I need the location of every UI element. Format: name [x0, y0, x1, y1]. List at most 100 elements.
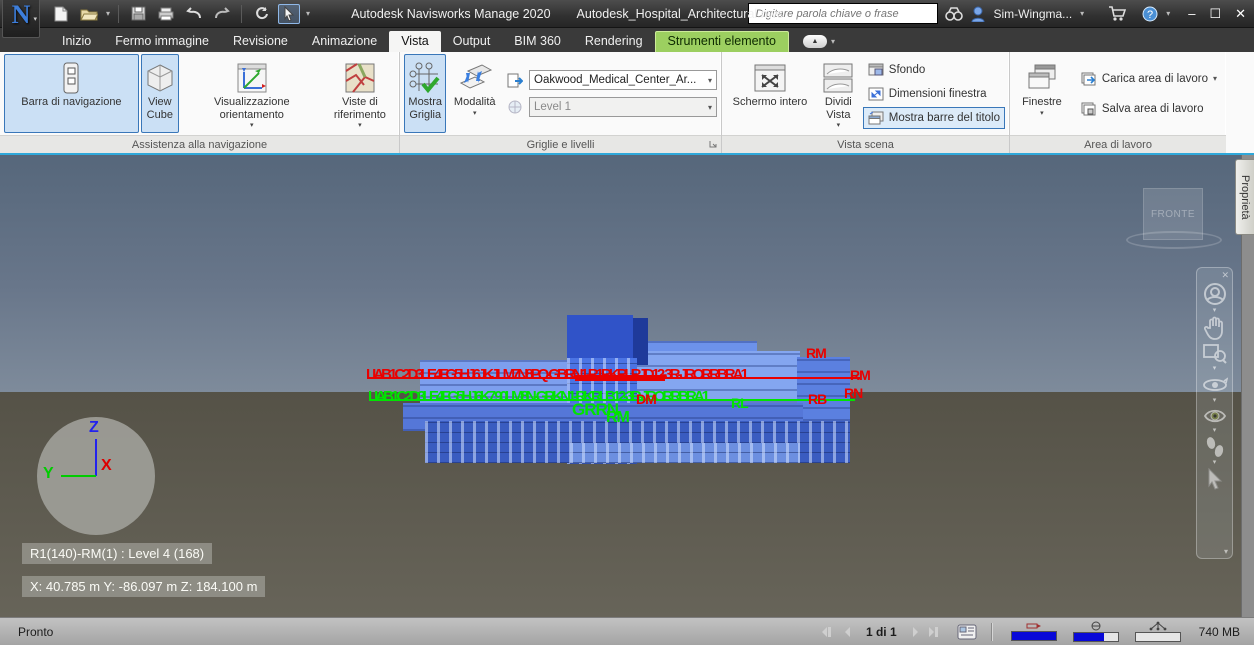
- panel-launcher-icon[interactable]: [708, 139, 718, 149]
- pan-hand-icon: [1203, 316, 1223, 340]
- view-cube-button[interactable]: View Cube: [140, 54, 179, 133]
- open-file-button[interactable]: [78, 4, 100, 24]
- next-sheet-icon[interactable]: [911, 626, 921, 638]
- navbar-customize-icon[interactable]: ▾: [1224, 547, 1228, 556]
- salva-area-di-lavoro-button[interactable]: Salva area di lavoro: [1076, 98, 1222, 120]
- cart-icon[interactable]: [1108, 6, 1127, 21]
- navbar-close-icon[interactable]: ✕: [1221, 270, 1229, 281]
- navbar-select-tool[interactable]: [1202, 468, 1228, 490]
- walk-tool[interactable]: [1202, 436, 1228, 458]
- scene-view[interactable]: LIAB1C2D3LE4FG5HJ6JKJLM7N8PQ-GBRN1-R1RKR…: [0, 155, 1254, 617]
- toolbar-separator: [118, 4, 120, 23]
- viste-di-riferimento-button[interactable]: Viste di riferimento ▾: [325, 54, 395, 133]
- look-around-tool[interactable]: [1202, 406, 1228, 426]
- maximize-button[interactable]: ☐: [1209, 6, 1221, 22]
- tab-bim360[interactable]: BIM 360: [502, 31, 573, 52]
- web-icon: [1149, 621, 1167, 631]
- chevron-down-icon[interactable]: ▾: [1213, 459, 1217, 466]
- minimize-button[interactable]: –: [1188, 6, 1195, 21]
- building-entrance: [570, 443, 800, 463]
- binoculars-icon[interactable]: [945, 6, 964, 21]
- first-sheet-icon[interactable]: [820, 626, 836, 638]
- ribbon: Barra di navigazione View Cube Visualizz…: [0, 52, 1254, 155]
- open-file-dropdown[interactable]: ▾: [106, 9, 110, 18]
- visualizzazione-orientamento-button[interactable]: Visualizzazione orientamento ▾: [181, 54, 323, 133]
- tab-fermo-immagine[interactable]: Fermo immagine: [103, 31, 221, 52]
- grid-label: RN: [844, 385, 863, 401]
- mostra-griglia-button[interactable]: Mostra Griglia: [404, 54, 447, 133]
- navigation-bar[interactable]: ✕ ▾ ▾ ▾ ▾ ▾ ▾: [1196, 267, 1233, 559]
- close-button[interactable]: ✕: [1235, 6, 1246, 22]
- barra-di-navigazione-button[interactable]: Barra di navigazione: [4, 54, 139, 133]
- window-controls: – ☐ ✕: [1188, 6, 1246, 22]
- quick-access-toolbar: ▾ ▾: [50, 3, 310, 24]
- button-label: Modalità: [453, 96, 496, 108]
- open-folder-icon: [80, 9, 98, 20]
- sheet-browser-icon[interactable]: [957, 624, 977, 640]
- refresh-icon: [255, 7, 268, 20]
- signed-in-user[interactable]: Sim-Wingma...: [993, 7, 1072, 21]
- zoom-window-tool[interactable]: [1202, 342, 1228, 364]
- full-screen-icon: [754, 64, 786, 92]
- panel-label: Vista scena: [722, 135, 1009, 153]
- undo-button[interactable]: [183, 4, 205, 24]
- grid-site-combo[interactable]: Oakwood_Medical_Center_Ar... ▾: [529, 70, 717, 90]
- application-menu-button[interactable]: N ▾: [2, 0, 40, 38]
- split-view-icon: [823, 63, 853, 93]
- tab-revisione[interactable]: Revisione: [221, 31, 300, 52]
- pan-tool[interactable]: [1202, 316, 1228, 340]
- dimensioni-finestra-button[interactable]: Dimensioni finestra: [863, 83, 1005, 105]
- panel-label-text: Assistenza alla navigazione: [131, 138, 268, 151]
- help-icon[interactable]: ?: [1142, 6, 1158, 22]
- scene-view-toggles: Sfondo Dimensioni finestra Mostra barre …: [862, 54, 1005, 133]
- chevron-down-icon[interactable]: ▾: [1213, 307, 1217, 314]
- grid-level-combo[interactable]: Level 1 ▾: [529, 97, 717, 117]
- disk-progress-meter: [1072, 621, 1119, 642]
- last-sheet-icon[interactable]: [927, 626, 943, 638]
- document-title: Autodesk_Hospital_Architectural.nwc: [576, 7, 783, 21]
- chevron-down-icon[interactable]: ▾: [1213, 365, 1217, 372]
- ribbon-tab-bar: Inizio Fermo immagine Revisione Animazio…: [0, 28, 1254, 52]
- save-button[interactable]: [127, 4, 149, 24]
- dividi-vista-button[interactable]: Dividi Vista ▾: [816, 54, 861, 133]
- tab-rendering[interactable]: Rendering: [573, 31, 655, 52]
- chevron-down-icon: ▾: [358, 122, 362, 130]
- redo-button[interactable]: [211, 4, 233, 24]
- load-workspace-icon: [1081, 72, 1096, 85]
- print-button[interactable]: [155, 4, 177, 24]
- new-file-button[interactable]: [50, 4, 72, 24]
- properties-panel-tab[interactable]: Proprietà: [1235, 159, 1254, 235]
- finestre-button[interactable]: Finestre ▾: [1014, 54, 1070, 133]
- chevron-down-icon[interactable]: ▾: [1213, 397, 1217, 404]
- tab-inizio[interactable]: Inizio: [50, 31, 103, 52]
- grid-labels-red-row: LIAB1C2D3LE4FG5HJ6JKJLM7N8PQ-GBRN1-R1RKR…: [366, 366, 749, 383]
- user-menu-dropdown[interactable]: ▾: [1080, 9, 1084, 18]
- window-size-icon: [868, 87, 884, 100]
- view-cube-face-label: FRONTE: [1150, 208, 1196, 220]
- steering-wheel-tool[interactable]: [1202, 282, 1228, 306]
- schermo-intero-button[interactable]: Schermo intero: [726, 54, 814, 133]
- walk-footsteps-icon: [1206, 437, 1223, 457]
- site-selector-icon[interactable]: [507, 73, 523, 88]
- button-label: Dividi Vista: [824, 96, 852, 121]
- ribbon-collapse-button[interactable]: ▲ ▾: [802, 35, 835, 48]
- panel-vista-scena: Schermo intero Dividi Vista ▾ Sfondo Dim…: [722, 52, 1010, 153]
- help-dropdown[interactable]: ▾: [1166, 9, 1170, 18]
- refresh-button[interactable]: [250, 4, 272, 24]
- orbit-tool[interactable]: [1202, 374, 1228, 396]
- tab-output[interactable]: Output: [441, 31, 503, 52]
- statusbar-right: 1 di 1 740 MB: [820, 621, 1244, 642]
- carica-area-di-lavoro-button[interactable]: Carica area di lavoro ▾: [1076, 68, 1222, 90]
- tab-animazione[interactable]: Animazione: [300, 31, 389, 52]
- select-tool-button[interactable]: [278, 3, 301, 24]
- panel-area-di-lavoro: Finestre ▾ Carica area di lavoro ▾ Salva…: [1010, 52, 1226, 153]
- chevron-down-icon: ▾: [707, 75, 712, 85]
- sfondo-button[interactable]: Sfondo: [863, 59, 1005, 81]
- tab-vista[interactable]: Vista: [389, 31, 441, 52]
- modalita-button[interactable]: Modalità ▾: [448, 54, 501, 133]
- chevron-down-icon[interactable]: ▾: [1213, 427, 1217, 434]
- tab-strumenti-elemento[interactable]: Strumenti elemento: [654, 31, 789, 52]
- mostra-barre-titolo-button[interactable]: Mostra barre del titolo: [862, 106, 1005, 129]
- view-cube-compass-ring[interactable]: [1126, 231, 1222, 249]
- previous-sheet-icon[interactable]: [842, 626, 852, 638]
